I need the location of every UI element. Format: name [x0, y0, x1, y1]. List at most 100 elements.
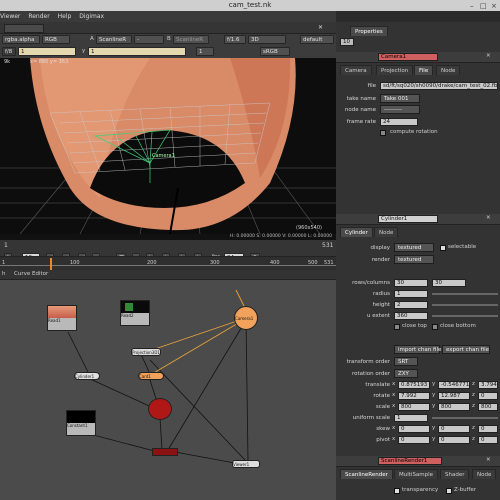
menu-digimax[interactable]: Digimax [79, 13, 104, 20]
pivot-y-field[interactable]: 0 [438, 436, 470, 444]
scanline-name-field[interactable]: ScanlineRender1 [378, 457, 442, 465]
tab-projection[interactable]: Projection [376, 65, 414, 75]
constant-node[interactable]: Constant1 [66, 410, 96, 436]
viewer1-node[interactable]: Viewer1 [232, 460, 260, 468]
viewer-tab[interactable] [4, 24, 44, 33]
tab-file[interactable]: File [414, 65, 434, 75]
radius-slider[interactable] [432, 293, 498, 295]
tab-scanlinerender[interactable]: ScanlineRender [340, 469, 393, 479]
transform-order-dropdown[interactable]: SRT [394, 357, 418, 366]
scale-z-field[interactable]: 800 [478, 403, 498, 411]
tab-node[interactable]: Node [436, 65, 461, 75]
tab-node-graph[interactable]: h [2, 270, 6, 279]
translate-x-field[interactable]: 0.875193 [398, 381, 430, 389]
close-icon[interactable]: ✕ [318, 24, 323, 31]
tab-cylinder[interactable]: Cylinder [340, 227, 373, 237]
tab-multisample[interactable]: MultiSample [394, 469, 439, 479]
frame-field[interactable]: 1 [196, 47, 214, 56]
translate-z-field[interactable]: 3.794 [478, 381, 498, 389]
close-icon[interactable]: ✕ [486, 214, 491, 223]
transparency-checkbox[interactable] [394, 488, 400, 494]
camera-node[interactable]: Camera1 [234, 306, 258, 330]
gain-field[interactable]: 1 [18, 47, 76, 56]
selectable-checkbox[interactable] [440, 245, 446, 251]
uniform-scale-slider[interactable] [432, 417, 498, 419]
scene-node[interactable] [148, 398, 172, 420]
read2-thumbnail [121, 301, 149, 313]
menu-help[interactable]: Help [58, 13, 72, 20]
tab-shader[interactable]: Shader [440, 469, 470, 479]
radius-field[interactable]: 1 [394, 290, 428, 298]
tab-camera[interactable]: Camera [340, 65, 372, 75]
translate-y-field[interactable]: -0.546771 [438, 381, 470, 389]
close-icon[interactable]: ✕ [486, 456, 491, 465]
import-chan-file-button[interactable]: import chan file [394, 345, 441, 354]
columns-field[interactable]: 30 [432, 279, 466, 287]
camera-name-field[interactable]: Camera1 [378, 53, 438, 61]
channels-dropdown[interactable]: rgba.alpha [2, 35, 40, 44]
scanline-node[interactable] [152, 448, 178, 456]
tab-node[interactable]: Node [374, 227, 399, 237]
pivot-x-field[interactable]: 0 [398, 436, 430, 444]
input-a-dropdown[interactable]: ScanlineR [96, 35, 132, 44]
zbuffer-checkbox[interactable] [446, 488, 452, 494]
axis-y-label: y [432, 436, 436, 442]
gamma-field[interactable]: 1 [88, 47, 186, 56]
read1-node[interactable]: Read1 [47, 305, 77, 331]
export-chan-file-button[interactable]: export chan file [442, 345, 490, 354]
close-icon[interactable]: × [491, 1, 497, 12]
take-name-dropdown[interactable]: Take 001 [380, 94, 420, 103]
skew-y-field[interactable]: 0 [438, 425, 470, 433]
input-b-dropdown[interactable]: ScanlineR [173, 35, 209, 44]
uniform-scale-field[interactable]: 1 [394, 414, 428, 422]
minimize-icon[interactable]: – [470, 1, 474, 12]
menu-render[interactable]: Render [28, 13, 49, 20]
tab-node[interactable]: Node [472, 469, 497, 479]
viewer-canvas[interactable]: Camera1 9k x= 880 y= 363 (960x540) [0, 58, 336, 234]
rotate-x-field[interactable]: 7.992 [398, 392, 430, 400]
read2-node[interactable]: Read2 [120, 300, 150, 326]
frame-rate-field[interactable]: 24 [380, 118, 418, 126]
rotate-y-field[interactable]: 12.987 [438, 392, 470, 400]
display-dropdown[interactable]: textured [394, 243, 434, 252]
node-graph[interactable]: h Curve Editor Read1 Read2 Projection3D1… [0, 270, 336, 500]
scale-x-field[interactable]: 800 [398, 403, 430, 411]
projection-node[interactable]: Projection3D1 [131, 348, 161, 356]
view-mode-dropdown[interactable]: 3D [248, 35, 286, 44]
tab-curve-editor[interactable]: Curve Editor [14, 270, 48, 279]
colorspace-dropdown[interactable]: RGB [42, 35, 70, 44]
close-bottom-checkbox[interactable] [432, 324, 438, 330]
read2-label: Read2 [121, 313, 134, 318]
skew-z-field[interactable]: 0 [478, 425, 498, 433]
timeline-ruler[interactable]: 1 100 200 300 400 500 531 [0, 256, 336, 271]
compute-rotation-checkbox[interactable] [380, 130, 386, 136]
height-field[interactable]: 2 [394, 301, 428, 309]
skew-x-field[interactable]: 0 [398, 425, 430, 433]
scale-y-field[interactable]: 800 [438, 403, 470, 411]
fstop-button[interactable]: f/8 [2, 47, 16, 56]
lut-dropdown[interactable]: sRGB [260, 47, 290, 56]
u-extent-field[interactable]: 360 [394, 312, 428, 320]
pivot-z-field[interactable]: 0 [478, 436, 498, 444]
rotation-order-dropdown[interactable]: ZXY [394, 369, 418, 378]
node-name-dropdown[interactable]: --------- [380, 105, 420, 114]
compare-dropdown[interactable]: - [134, 35, 164, 44]
file-field[interactable]: sd/ft/sq020/sh0090/drake/cam_test_02.fbx [380, 82, 498, 90]
height-slider[interactable] [432, 304, 498, 306]
zoom-dropdown[interactable]: f/1.6 [224, 35, 246, 44]
card-node[interactable]: Card1 [138, 372, 164, 380]
menu-viewer[interactable]: Viewer [0, 13, 20, 20]
close-icon[interactable]: ✕ [486, 52, 491, 61]
render-dropdown[interactable]: textured [394, 255, 434, 264]
tab-properties[interactable]: Properties [350, 26, 388, 36]
rotate-z-field[interactable]: 0 [478, 392, 498, 400]
max-panels-field[interactable]: 10 [340, 38, 354, 46]
cylinder-name-field[interactable]: Cylinder1 [378, 215, 438, 223]
u-extent-slider[interactable] [432, 315, 498, 317]
view-default-dropdown[interactable]: default [300, 35, 334, 44]
rows-field[interactable]: 30 [394, 279, 428, 287]
maximize-icon[interactable]: □ [480, 1, 487, 12]
close-top-checkbox[interactable] [394, 324, 400, 330]
cylinder-node[interactable]: Cylinder1 [74, 372, 100, 380]
read1-thumbnail [48, 306, 76, 318]
